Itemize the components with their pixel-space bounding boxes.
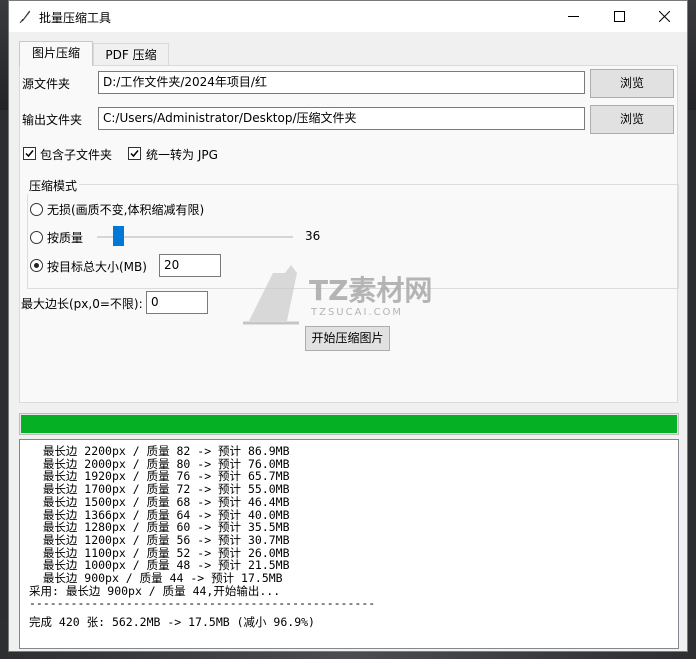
output-browse-button[interactable]: 浏览 xyxy=(590,105,674,134)
watermark-brand: TZ素材网 xyxy=(309,274,433,307)
max-edge-input[interactable]: 0 xyxy=(146,291,208,314)
target-size-input[interactable]: 20 xyxy=(159,254,221,277)
log-line: 最长边 1500px / 质量 68 -> 预计 46.4MB xyxy=(29,494,290,509)
checkmark-icon xyxy=(130,150,139,158)
radio-by-quality[interactable] xyxy=(30,231,43,244)
source-browse-button[interactable]: 浏览 xyxy=(590,69,674,98)
radio-target-size[interactable] xyxy=(30,259,43,272)
log-line: 完成 420 张: 562.2MB -> 17.5MB (减小 96.9%) xyxy=(29,615,315,630)
watermark: TZ素材网 TZSUCAI.COM xyxy=(239,263,479,336)
include-subfolders-checkbox[interactable] xyxy=(23,147,36,160)
progress-bar xyxy=(19,413,679,435)
quality-slider-track[interactable] xyxy=(97,236,293,238)
feather-icon xyxy=(19,10,30,23)
minimize-icon xyxy=(567,16,579,17)
radio-lossless-label: 无损(画质不变,体积缩减有限) xyxy=(47,203,205,217)
log-output[interactable]: 最长边 2200px / 质量 82 -> 预计 86.9MB 最长边 2000… xyxy=(19,439,679,649)
maximize-icon xyxy=(613,11,625,22)
compress-mode-legend: 压缩模式 xyxy=(27,177,80,194)
close-icon xyxy=(658,11,670,22)
output-folder-input[interactable]: C:/Users/Administrator/Desktop/压缩文件夹 xyxy=(98,107,585,130)
tab-pdf-compress[interactable]: PDF 压缩 xyxy=(93,43,169,65)
title-bar: 批量压缩工具 xyxy=(9,1,687,32)
source-folder-input[interactable]: D:/工作文件夹/2024年项目/红 xyxy=(98,71,585,94)
convert-jpg-checkbox[interactable] xyxy=(128,147,141,160)
radio-selected-dot xyxy=(34,263,39,268)
convert-jpg-label: 统一转为 JPG xyxy=(146,148,218,162)
radio-target-size-label: 按目标总大小(MB) xyxy=(47,260,147,274)
max-edge-label: 最大边长(px,0=不限): xyxy=(21,297,143,311)
window-title: 批量压缩工具 xyxy=(39,11,112,25)
checkmark-icon xyxy=(25,150,34,158)
watermark-domain: TZSUCAI.COM xyxy=(311,307,404,318)
output-folder-label: 输出文件夹 xyxy=(22,113,83,127)
radio-lossless[interactable] xyxy=(30,203,43,216)
close-button[interactable] xyxy=(641,1,687,32)
minimize-button[interactable] xyxy=(550,1,596,32)
app-window: 批量压缩工具 图片压缩 PDF 压缩 源文件夹 D:/工作文件夹/2024年项目… xyxy=(8,0,688,652)
quality-value: 36 xyxy=(305,229,321,243)
progress-bar-fill xyxy=(21,415,677,433)
maximize-button[interactable] xyxy=(596,1,642,32)
log-line: ----------------------------------------… xyxy=(29,596,376,611)
source-folder-label: 源文件夹 xyxy=(22,77,71,91)
include-subfolders-label: 包含子文件夹 xyxy=(40,148,113,162)
quality-slider-thumb[interactable] xyxy=(113,226,124,246)
log-line: 最长边 1200px / 质量 56 -> 预计 30.7MB xyxy=(29,532,290,547)
tab-image-compress[interactable]: 图片压缩 xyxy=(19,41,93,66)
radio-by-quality-label: 按质量 xyxy=(47,231,84,245)
